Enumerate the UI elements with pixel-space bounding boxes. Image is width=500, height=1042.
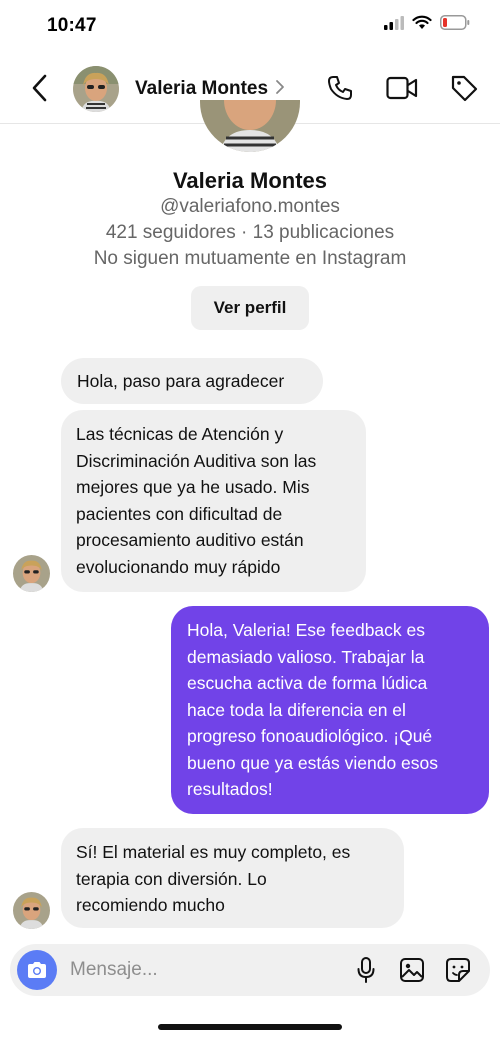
gallery-button[interactable] <box>398 956 426 984</box>
signal-icon <box>384 15 404 30</box>
view-profile-button[interactable]: Ver perfil <box>191 286 309 330</box>
camera-button[interactable] <box>17 950 57 990</box>
header-actions <box>324 72 480 104</box>
profile-stats: 421 seguidores · 13 publicaciones <box>105 222 395 243</box>
message-line: bueno que ya estás viendo esos <box>187 752 439 773</box>
message-bubble[interactable]: Sí! El material es muy completo, es tera… <box>61 828 404 928</box>
sticker-button[interactable] <box>444 956 472 984</box>
tag-icon <box>451 75 478 102</box>
battery-icon <box>440 15 470 30</box>
message-bubble[interactable]: Las técnicas de Atención y Discriminació… <box>61 410 366 592</box>
sticker-icon <box>446 958 470 982</box>
chevron-right-icon[interactable] <box>275 79 285 95</box>
wifi-icon <box>412 15 432 29</box>
message-line: Hola, Valeria! Ese feedback es <box>187 620 426 640</box>
status-time: 10:47 <box>47 15 97 36</box>
video-camera-icon <box>386 76 418 100</box>
message-line: resultados! <box>187 779 273 799</box>
message-line: pacientes con dificultad de <box>76 503 283 524</box>
avatar-image <box>73 66 119 112</box>
message-line: terapia con diversión. Lo <box>76 868 267 889</box>
back-button[interactable] <box>26 72 52 104</box>
message-line: Sí! El material es muy completo, es <box>76 842 351 862</box>
message-bubble-outgoing[interactable]: Hola, Valeria! Ese feedback es demasiado… <box>171 606 489 814</box>
avatar[interactable] <box>73 66 119 112</box>
tag-button[interactable] <box>448 72 480 104</box>
status-icons <box>384 15 470 30</box>
back-chevron-icon <box>32 74 47 102</box>
profile-name: Valeria Montes <box>172 168 328 193</box>
message-line: progreso fonoaudiológico. ¡Qué <box>187 726 433 746</box>
message-line: mejores que ya he usado. Mis <box>76 477 310 497</box>
profile-avatar <box>200 100 300 152</box>
profile-handle: @valeriafono.montes <box>160 196 340 217</box>
contact-name[interactable]: Valeria Montes <box>135 78 268 100</box>
message-line: demasiado valioso. Trabajar la <box>187 646 425 667</box>
gallery-icon <box>400 958 424 982</box>
message-line: recomiendo mucho <box>76 895 225 915</box>
home-indicator[interactable] <box>158 1024 342 1030</box>
message-line: escucha activa de forma lúdica <box>187 673 428 693</box>
message-input[interactable] <box>70 954 340 986</box>
message-line: Las técnicas de Atención y <box>76 424 284 444</box>
video-call-button[interactable] <box>386 72 418 104</box>
sender-avatar[interactable] <box>13 555 50 592</box>
status-bar: 10:47 <box>0 0 500 52</box>
phone-icon <box>328 76 352 100</box>
profile-mutual-status: No siguen mutuamente en Instagram <box>93 248 407 269</box>
message-text: Hola, paso para agradecer <box>77 371 285 391</box>
message-line: procesamiento auditivo están <box>76 530 304 550</box>
voice-button[interactable] <box>352 956 380 984</box>
message-line: Discriminación Auditiva son las <box>76 450 317 471</box>
sender-avatar[interactable] <box>13 892 50 929</box>
message-line: hace toda la diferencia en el <box>187 699 406 720</box>
message-bubble[interactable]: Hola, paso para agradecer <box>61 358 323 404</box>
camera-icon <box>28 962 46 978</box>
call-button[interactable] <box>324 72 356 104</box>
composer-actions <box>352 956 472 984</box>
message-line: evolucionando muy rápido <box>76 556 281 577</box>
message-composer <box>10 944 490 996</box>
microphone-icon <box>357 957 375 983</box>
